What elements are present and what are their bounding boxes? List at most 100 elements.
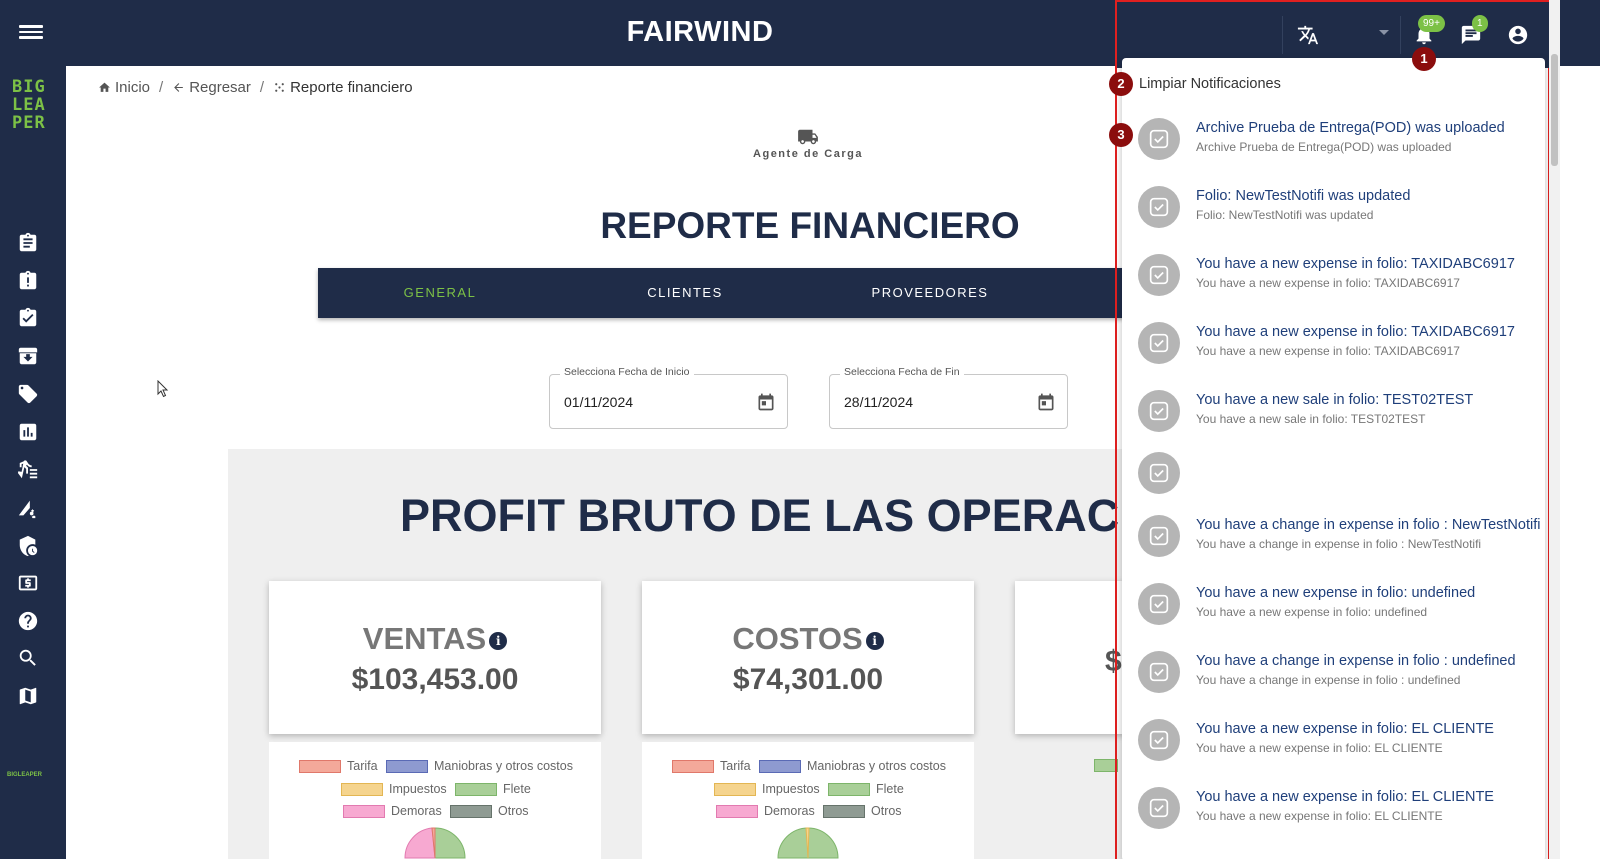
arrow-left-icon — [174, 83, 184, 92]
road-settings-icon[interactable] — [17, 497, 39, 519]
check-circle-icon[interactable] — [1138, 719, 1180, 761]
notification-item[interactable]: You have a new expense in folio: EL CLIE… — [1122, 719, 1545, 783]
clipboard-check-icon[interactable] — [17, 307, 39, 329]
check-circle-icon[interactable] — [1138, 118, 1180, 160]
info-icon[interactable]: i — [489, 632, 508, 650]
account-icon[interactable] — [1507, 24, 1529, 46]
end-date-label: Selecciona Fecha de Fin — [840, 366, 964, 378]
tab-general[interactable]: GENERAL — [340, 268, 540, 318]
legend-item[interactable]: Tarifa — [672, 759, 751, 773]
legend-item[interactable]: Maniobras y otros costos — [386, 759, 573, 773]
tab-proveedores[interactable]: PROVEEDORES — [830, 268, 1030, 318]
bigleaper-logo[interactable]: BIG LEA PER — [12, 78, 56, 132]
language-dropdown[interactable] — [1379, 30, 1389, 35]
notifications-panel: 99+ 1 Limpiar Notificaciones Archive Pru… — [1115, 0, 1550, 859]
chat-badge: 1 — [1472, 15, 1488, 32]
notification-item[interactable]: Folio: NewTestNotifi was updated Folio: … — [1122, 186, 1545, 250]
divider — [1282, 16, 1283, 54]
walking-list-icon[interactable] — [17, 459, 39, 481]
legend-item[interactable]: Otros — [450, 804, 529, 818]
check-circle-icon[interactable] — [1138, 322, 1180, 364]
costs-pie-chart — [777, 827, 839, 859]
legend-swatch — [759, 759, 801, 773]
sales-card: VENTAS i $103,453.00 — [269, 581, 601, 734]
legend-swatch — [823, 804, 865, 818]
report-tabs: GENERAL CLIENTES PROVEEDORES — [318, 268, 1128, 318]
help-icon[interactable] — [17, 610, 39, 632]
info-icon[interactable]: i — [865, 632, 884, 650]
notification-title: You have a new sale in folio: TEST02TEST — [1196, 392, 1474, 408]
legend-swatch — [672, 759, 714, 773]
notification-body: You have a new expense in folio: undefin… — [1196, 605, 1428, 619]
legend-item[interactable]: Demoras — [343, 804, 442, 818]
clear-notifications-button[interactable]: Limpiar Notificaciones — [1139, 76, 1281, 92]
pie-slice — [404, 827, 436, 859]
legend-item[interactable]: Flete — [828, 782, 904, 796]
agent-label: Agente de Carga — [753, 148, 863, 160]
end-date-field[interactable]: Selecciona Fecha de Fin 28/11/2024 — [829, 366, 1068, 429]
map-icon[interactable] — [17, 685, 39, 707]
dots-grid-icon — [275, 83, 284, 92]
check-circle-icon[interactable] — [1138, 254, 1180, 296]
notification-body: You have a change in expense in folio : … — [1196, 673, 1461, 687]
bar-chart-icon[interactable] — [17, 421, 39, 443]
check-circle-icon[interactable] — [1138, 583, 1180, 625]
breadcrumb-separator: / — [259, 79, 265, 96]
notification-item[interactable]: You have a new sale in folio: TEST02TEST… — [1122, 390, 1545, 454]
archive-icon[interactable] — [17, 345, 39, 367]
notification-item[interactable]: Archive Prueba de Entrega(POD) was uploa… — [1122, 118, 1545, 182]
notification-title: You have a new expense in folio: undefin… — [1196, 585, 1476, 601]
notification-item[interactable]: You have a new expense in folio: TAXIDAB… — [1122, 322, 1545, 386]
legend-item[interactable]: Tarifa — [299, 759, 378, 773]
check-circle-icon[interactable] — [1138, 787, 1180, 829]
calendar-icon[interactable] — [756, 392, 776, 412]
clipboard-alert-icon[interactable] — [17, 270, 39, 292]
divider — [1400, 16, 1401, 54]
check-circle-icon[interactable] — [1138, 515, 1180, 557]
legend-item[interactable]: Demoras — [716, 804, 815, 818]
costs-card: COSTOS i $74,301.00 — [642, 581, 974, 734]
notification-item[interactable] — [1122, 452, 1545, 516]
search-icon[interactable] — [17, 647, 39, 669]
tab-clientes[interactable]: CLIENTES — [585, 268, 785, 318]
notification-item[interactable]: You have a change in expense in folio : … — [1122, 651, 1545, 715]
legend-swatch — [828, 782, 870, 796]
check-circle-icon[interactable] — [1138, 452, 1180, 494]
home-icon — [99, 82, 110, 92]
legend-swatch — [455, 782, 497, 796]
legend-item[interactable]: Maniobras y otros costos — [759, 759, 946, 773]
notification-item[interactable]: You have a change in expense in folio : … — [1122, 515, 1545, 579]
start-date-field[interactable]: Selecciona Fecha de Inicio 01/11/2024 — [549, 366, 788, 429]
hamburger-menu-icon[interactable] — [19, 22, 43, 42]
legend-item[interactable]: Impuestos — [341, 782, 447, 796]
legend-swatch — [386, 759, 428, 773]
end-date-value[interactable]: 28/11/2024 — [844, 394, 913, 410]
scrollbar-thumb[interactable] — [1551, 54, 1558, 166]
check-circle-icon[interactable] — [1138, 651, 1180, 693]
cash-icon[interactable] — [17, 572, 39, 594]
translate-icon[interactable] — [1297, 24, 1319, 46]
legend-item[interactable]: Otros — [823, 804, 902, 818]
shield-clock-icon[interactable] — [17, 535, 39, 557]
mouse-cursor — [157, 380, 169, 398]
notification-item[interactable]: You have a new expense in folio: TAXIDAB… — [1122, 254, 1545, 318]
notification-body: You have a new expense in folio: TAXIDAB… — [1196, 344, 1460, 358]
notification-item[interactable]: You have a new expense in folio: undefin… — [1122, 583, 1545, 647]
tag-icon[interactable] — [17, 383, 39, 405]
breadcrumb-back[interactable]: Regresar — [172, 79, 251, 96]
check-circle-icon[interactable] — [1138, 186, 1180, 228]
notification-item[interactable]: You have a new expense in folio: EL CLIE… — [1122, 787, 1545, 851]
breadcrumb-home[interactable]: Inicio — [98, 79, 150, 96]
notification-title: You have a new expense in folio: TAXIDAB… — [1196, 256, 1515, 272]
costs-chart-card: Tarifa Maniobras y otros costos Impuesto… — [642, 742, 974, 859]
legend-item[interactable]: Impuestos — [714, 782, 820, 796]
check-circle-icon[interactable] — [1138, 390, 1180, 432]
calendar-icon[interactable] — [1036, 392, 1056, 412]
notification-body: You have a new expense in folio: EL CLIE… — [1196, 741, 1443, 755]
start-date-value[interactable]: 01/11/2024 — [564, 394, 633, 410]
notification-body: You have a new expense in folio: TAXIDAB… — [1196, 276, 1460, 290]
legend-item[interactable]: Flete — [455, 782, 531, 796]
clipboard-icon[interactable] — [17, 232, 39, 254]
sales-pie-chart — [404, 827, 466, 859]
scrollbar[interactable] — [1549, 0, 1560, 859]
